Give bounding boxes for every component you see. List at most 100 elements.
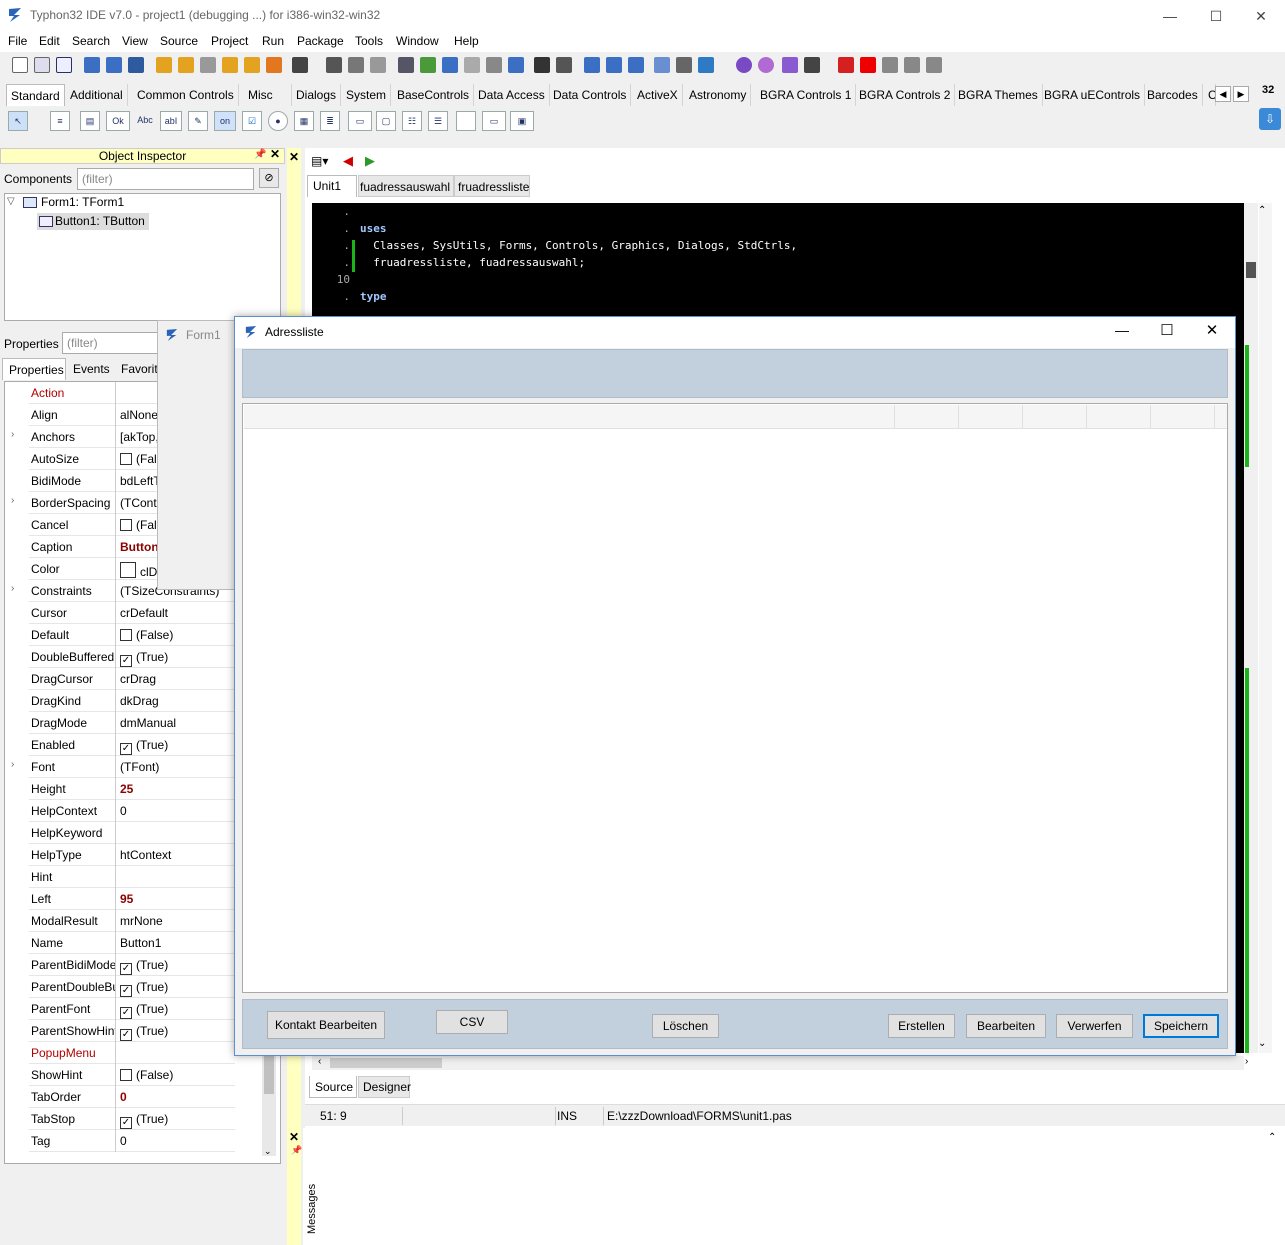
editor-menu-icon[interactable]: ▤▾ [311,154,328,168]
checkbox-checked-icon[interactable]: ✓ [120,743,132,755]
hscroll-left-icon[interactable]: ‹ [318,1056,321,1067]
property-row[interactable]: Left 95 [29,888,235,910]
tab-activex[interactable]: ActiveX [633,84,683,106]
frame-component-icon[interactable]: ▭ [482,111,506,131]
property-row[interactable]: ParentDoubleBu ✓ (True) [29,976,235,998]
property-value[interactable]: 0 [120,1090,127,1104]
open-recent-icon[interactable] [106,57,122,73]
vscroll-up-icon[interactable]: ⌃ [1258,205,1266,216]
property-value[interactable]: (Fal [120,518,157,532]
save-all-icon[interactable] [348,57,364,73]
property-row[interactable]: ParentFont ✓ (True) [29,998,235,1020]
menu-tools[interactable]: Tools [355,34,383,48]
property-row[interactable]: HelpKeyword [29,822,235,844]
tab-basecontrols[interactable]: BaseControls [393,84,475,106]
close-button[interactable]: ✕ [1238,4,1284,28]
messages-pin-icon[interactable]: 📌 [291,1145,302,1156]
checkbox-checked-icon[interactable]: ✓ [120,1029,132,1041]
edit-icon[interactable] [398,57,414,73]
tools-icon[interactable] [676,57,692,73]
components-filter-input[interactable]: (filter) [77,168,254,190]
property-row[interactable]: Name Button1 [29,932,235,954]
speichern-button[interactable]: Speichern [1143,1014,1219,1038]
property-value[interactable]: 95 [120,892,133,906]
tab-fuadressauswahl[interactable]: fuadressauswahl [358,175,454,197]
scrollbar-component-icon[interactable]: ▭ [348,111,372,131]
gear-icon[interactable] [736,57,752,73]
property-value[interactable]: ✓ (True) [120,1024,168,1041]
clean-icon[interactable] [200,57,216,73]
properties-filter-input[interactable]: (filter) [62,332,162,354]
property-value[interactable]: (Fal [120,452,157,466]
toggle-view-icon[interactable] [508,57,524,73]
togglebox-component-icon[interactable]: on [214,111,236,131]
erstellen-button[interactable]: Erstellen [888,1014,955,1038]
verwerfen-button[interactable]: Verwerfen [1056,1014,1133,1038]
tab-astronomy[interactable]: Astronomy [685,84,752,106]
property-value[interactable]: 0 [120,1134,127,1148]
tab-fruadressliste[interactable]: fruadressliste [454,175,530,197]
property-row[interactable]: PopupMenu [29,1042,235,1064]
menu-help[interactable]: Help [454,34,479,48]
project-inspector-icon[interactable] [606,57,622,73]
checkbox-checked-icon[interactable]: ✓ [120,655,132,667]
address-list-grid[interactable] [242,403,1228,993]
code-line[interactable]: fruadressliste, fuadressauswahl; [360,256,585,269]
button-component-icon[interactable]: Ok [106,111,130,131]
property-row[interactable]: DragMode dmManual [29,712,235,734]
combobox-component-icon[interactable]: ≣ [320,111,340,131]
messages-scroll-up-icon[interactable]: ⌃ [1268,1132,1276,1143]
property-value[interactable]: ✓ (True) [120,980,168,997]
run-icon[interactable] [782,57,798,73]
new-form-icon[interactable] [34,57,50,73]
project-options-icon[interactable] [584,57,600,73]
tab-source[interactable]: Source [309,1076,357,1098]
adressliste-minimize-button[interactable]: — [1107,322,1137,338]
property-value[interactable]: Button [120,540,159,554]
menu-project[interactable]: Project [211,34,248,48]
property-row[interactable]: DragCursor crDrag [29,668,235,690]
tab-system[interactable]: System [342,84,392,106]
property-row[interactable]: TabStop ✓ (True) [29,1108,235,1130]
tab-misc[interactable]: Misc [244,84,292,106]
package-icon[interactable] [222,57,238,73]
menu-source[interactable]: Source [160,34,198,48]
checkbox-checked-icon[interactable]: ✓ [120,985,132,997]
forward-arrow-icon[interactable]: ▶ [365,153,375,169]
tab-bgra-controls-1[interactable]: BGRA Controls 1 [756,84,857,106]
property-row[interactable]: HelpContext 0 [29,800,235,822]
run-params-icon[interactable] [804,57,820,73]
grid-col-divider[interactable] [1022,405,1023,429]
editor-close-icon[interactable]: ✕ [289,150,299,164]
tab-data-controls[interactable]: Data Controls [549,84,632,106]
tree-expand-icon[interactable]: ▽ [7,196,15,207]
checkgroup-component-icon[interactable]: ☰ [428,111,448,131]
property-value[interactable]: [akTop, [120,430,159,444]
memo-component-icon[interactable]: ✎ [188,111,208,131]
binoculars-icon[interactable] [534,57,550,73]
tree-item-button1[interactable]: Button1: TButton [55,214,145,228]
csv-button[interactable]: CSV [436,1010,508,1034]
code-line[interactable]: uses [360,222,387,235]
tab-bgra-controls-2[interactable]: BGRA Controls 2 [855,84,956,106]
grid-col-divider[interactable] [894,405,895,429]
oi-close-icon[interactable]: ✕ [270,147,280,161]
property-value[interactable]: (False) [120,628,173,642]
property-value[interactable]: (False) [120,1068,173,1082]
tab-dialogs[interactable]: Dialogs [292,84,342,106]
grid-col-divider[interactable] [958,405,959,429]
property-row[interactable]: Default (False) [29,624,235,646]
maximize-button[interactable]: ☐ [1193,4,1239,28]
menu-edit[interactable]: Edit [39,34,60,48]
property-value[interactable]: 0 [120,804,127,818]
step-over-icon[interactable] [904,57,920,73]
menu-search[interactable]: Search [72,34,110,48]
property-row[interactable]: Cursor crDefault [29,602,235,624]
tab-designer[interactable]: Designer [358,1076,411,1098]
property-value[interactable]: dkDrag [120,694,159,708]
tab-unit1[interactable]: Unit1 [307,175,357,197]
property-value[interactable]: Button1 [120,936,161,950]
expand-chevron-icon[interactable]: › [11,495,14,506]
checkbox-icon[interactable] [120,519,132,531]
property-value[interactable]: 25 [120,782,133,796]
